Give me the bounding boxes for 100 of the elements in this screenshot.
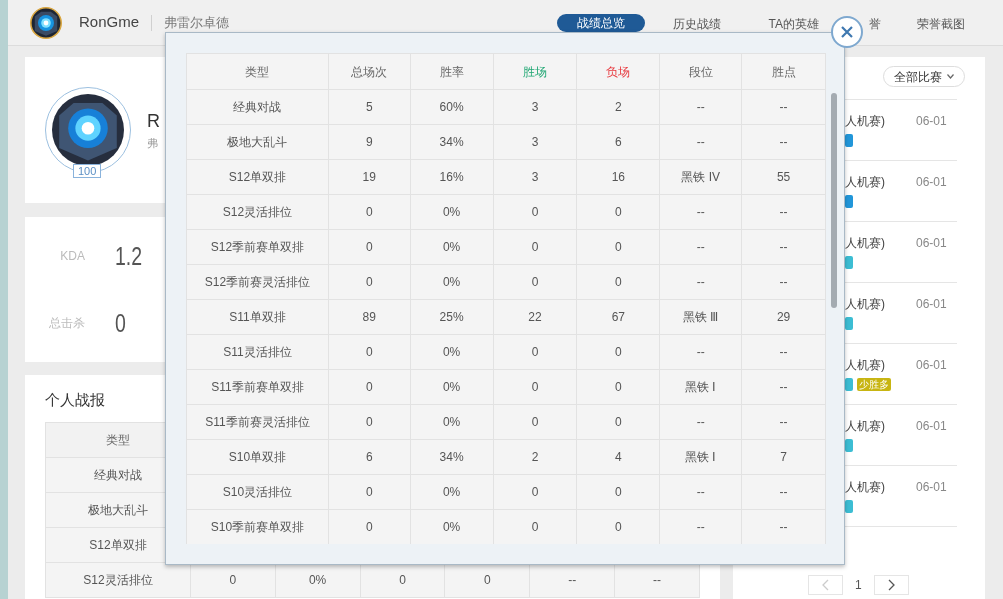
table-cell: 16% [410,160,494,195]
table-cell: 25% [410,300,494,335]
page-number[interactable]: 1 [855,576,862,594]
table-cell: 0% [410,230,494,265]
table-cell: -- [742,335,826,370]
table-cell: -- [660,335,743,370]
match-date: 06-01 [916,296,947,313]
table-cell: 0% [410,335,494,370]
table-cell: S10季前赛单双排 [187,510,329,544]
table-cell: 0% [410,370,494,405]
table-cell: 0 [577,230,661,265]
table-cell: -- [742,265,826,300]
table-cell: -- [742,125,826,160]
table-cell: 0 [577,510,661,544]
table-cell: -- [660,195,743,230]
match-mode: 人机赛) [845,113,886,130]
table-cell: 0% [410,510,494,544]
table-cell: 0 [577,370,661,405]
table-cell: 极地大乱斗 [187,125,329,160]
profile-name: R [147,110,160,134]
table-cell: 0 [493,370,578,405]
table-cell: -- [660,405,743,440]
prev-page-button[interactable] [808,575,843,595]
table-cell: 60% [410,90,494,125]
table-header: 类型 [187,54,329,90]
profile-server: 弗 [147,136,159,152]
nav-tab[interactable]: 战绩总览 [556,13,645,32]
table-cell: -- [660,230,743,265]
table-cell: -- [742,475,826,510]
table-cell: 0% [410,195,494,230]
table-cell: 4 [577,440,661,475]
table-cell: -- [742,230,826,265]
table-header: 胜场 [493,54,578,90]
stat-label: 总击杀 [48,315,85,332]
table-cell: -- [660,510,743,544]
stat-value: 1.2 [115,239,143,273]
table-header: 负场 [577,54,661,90]
table-cell: S12单双排 [187,160,329,195]
table-header: 段位 [660,54,743,90]
table-cell: 黑铁 IV [660,160,743,195]
level-badge: 100 [73,164,102,178]
table-cell: 0 [328,335,411,370]
match-mode: 人机赛) [845,174,886,191]
table-cell: 0 [493,265,578,300]
table-cell: 0 [328,265,411,300]
table-cell: 0 [328,510,411,544]
table-cell: 89 [328,300,411,335]
match-mode: 人机赛) [845,479,886,496]
avatar-icon [52,94,124,166]
report-title: 个人战报 [45,390,106,410]
table-cell: -- [742,195,826,230]
table-cell: 黑铁 Ⅲ [660,300,743,335]
match-tag: 少胜多 [857,378,891,391]
match-date: 06-01 [916,174,947,191]
table-cell: 0 [577,405,661,440]
table-cell: 2 [493,440,578,475]
table-cell: 0% [410,475,494,510]
nav-tab[interactable]: 历史战绩 [672,14,721,33]
table-cell: 0% [410,405,494,440]
table-cell: 34% [410,125,494,160]
table-cell: 0 [577,475,661,510]
stat-value: 0 [115,306,126,340]
table-cell: 29 [742,300,826,335]
table-cell: S12季前赛灵活排位 [187,265,329,300]
table-cell: 22 [493,300,578,335]
caret-icon [947,74,954,79]
table-cell: S11季前赛灵活排位 [187,405,329,440]
table-cell: 16 [577,160,661,195]
table-cell: 19 [328,160,411,195]
match-mode: 人机赛) [845,357,886,374]
nav-tab[interactable]: 荣誉截图 [917,14,965,33]
next-page-button[interactable] [873,575,909,595]
table-cell: S10灵活排位 [187,475,329,510]
table-cell: -- [742,90,826,125]
table-header: 总场次 [328,54,411,90]
chevron-left-icon [822,579,829,591]
table-cell: 7 [742,440,826,475]
close-icon [840,25,854,39]
table-cell: -- [742,405,826,440]
table-cell: 0 [328,195,411,230]
match-date: 06-01 [916,235,947,252]
table-cell: 0 [493,195,578,230]
table-cell: S12季前赛单双排 [187,230,329,265]
match-mode: 人机赛) [845,235,886,252]
nav-tab[interactable]: TA的英雄 [768,14,819,33]
match-mode: 人机赛) [845,418,886,435]
nav-tab[interactable]: 誉 [869,14,881,33]
table-cell: 0 [493,230,578,265]
table-cell: 0 [493,335,578,370]
table-cell: 6 [577,125,661,160]
table-cell: S11灵活排位 [187,335,329,370]
logo-icon [30,6,62,39]
table-cell: 0 [493,510,578,544]
table-header: 胜率 [410,54,494,90]
stat-label: KDA [59,248,85,265]
table-cell: 6 [328,440,411,475]
table-cell: 0 [493,405,578,440]
table-cell: S10单双排 [187,440,329,475]
match-mode: 人机赛) [845,296,886,313]
table-cell: S12灵活排位 [187,195,329,230]
